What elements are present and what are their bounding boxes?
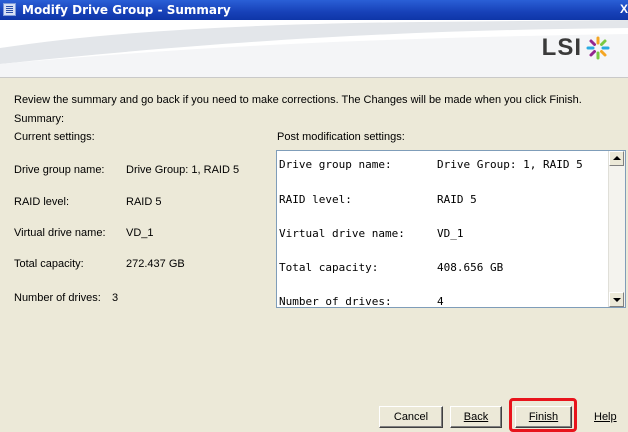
summary-label: Summary:: [14, 113, 65, 125]
current-key: Drive group name:: [14, 164, 105, 176]
current-key: Number of drives:: [14, 292, 101, 304]
app-icon: [3, 3, 16, 16]
current-value: 272.437 GB: [126, 258, 185, 270]
close-button[interactable]: X: [616, 2, 628, 17]
cancel-button[interactable]: Cancel: [379, 406, 443, 428]
current-key: Total capacity:: [14, 258, 84, 270]
help-link[interactable]: Help: [594, 411, 617, 423]
current-settings-heading: Current settings:: [14, 131, 95, 143]
post-key: Drive group name:: [279, 158, 392, 171]
post-row-capacity: Total capacity: 408.656 GB: [279, 261, 503, 274]
back-button[interactable]: Back: [450, 406, 502, 428]
intro-text: Review the summary and go back if you ne…: [14, 94, 582, 106]
header-banner: LSI: [0, 20, 628, 78]
scroll-up-arrow-icon[interactable]: [609, 151, 624, 166]
current-value: Drive Group: 1, RAID 5: [126, 164, 240, 176]
post-key: RAID level:: [279, 193, 352, 206]
post-row-drives: Number of drives: 4: [279, 295, 444, 308]
window-title: Modify Drive Group - Summary: [22, 3, 231, 17]
current-key: Virtual drive name:: [14, 227, 106, 239]
logo-text: LSI: [541, 34, 582, 61]
title-bar: Modify Drive Group - Summary X: [0, 0, 628, 20]
post-row-drive-group: Drive group name: Drive Group: 1, RAID 5: [279, 158, 583, 171]
post-value: RAID 5: [437, 193, 477, 206]
post-value: 408.656 GB: [437, 261, 504, 274]
post-settings-listbox[interactable]: Drive group name: Drive Group: 1, RAID 5…: [276, 150, 626, 308]
scroll-down-arrow-icon[interactable]: [609, 292, 624, 307]
post-key: Virtual drive name:: [279, 227, 405, 240]
lsi-logo: LSI: [515, 34, 610, 62]
vertical-scrollbar[interactable]: [608, 151, 625, 307]
post-row-virtual-drive: Virtual drive name: VD_1: [279, 227, 464, 240]
post-value: VD_1: [437, 227, 464, 240]
lsi-star-icon: [586, 36, 610, 60]
post-settings-heading: Post modification settings:: [277, 131, 405, 143]
current-value: RAID 5: [126, 196, 162, 208]
post-key: Total capacity:: [279, 261, 379, 274]
current-value: 3: [112, 292, 119, 304]
post-row-raid-level: RAID level: RAID 5: [279, 193, 477, 206]
post-value: 4: [437, 295, 444, 308]
current-value: VD_1: [126, 227, 154, 239]
finish-highlight-box: [509, 398, 577, 432]
post-key: Number of drives:: [279, 295, 392, 308]
post-value: Drive Group: 1, RAID 5: [437, 158, 583, 171]
current-key: RAID level:: [14, 196, 70, 208]
